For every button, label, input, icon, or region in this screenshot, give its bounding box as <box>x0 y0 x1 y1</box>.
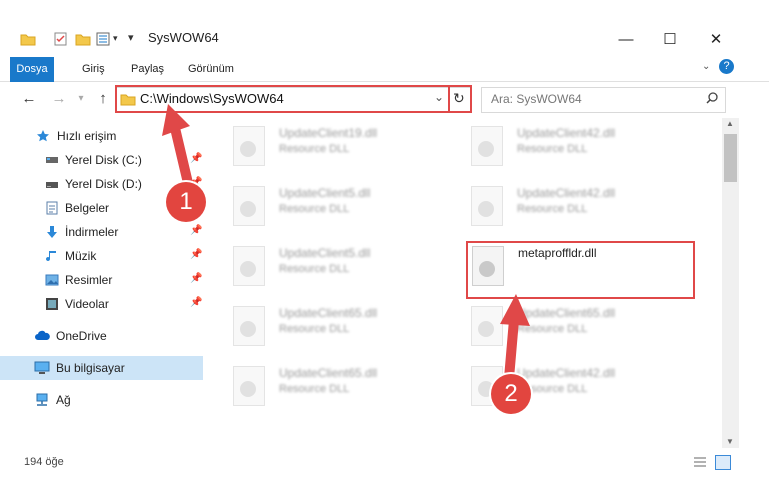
dll-file-icon <box>471 126 503 166</box>
sidebar-item-label: Yerel Disk (D:) <box>65 177 142 191</box>
network-icon <box>34 393 48 407</box>
properties-icon[interactable] <box>53 31 69 47</box>
scroll-up-icon[interactable]: ▲ <box>726 119 734 128</box>
sidebar-item-label: Bu bilgisayar <box>56 361 125 375</box>
file-item[interactable]: UpdateClient42.dll Resource DLL <box>471 126 691 176</box>
customize-dropdown-icon[interactable]: ▾ <box>113 33 118 44</box>
maximize-button[interactable]: ☐ <box>650 28 690 52</box>
file-name: UpdateClient42.dll <box>517 186 616 200</box>
new-folder-icon[interactable] <box>75 31 91 47</box>
file-name: UpdateClient65.dll <box>279 366 378 380</box>
sidebar-item-label: Resimler <box>65 273 113 287</box>
file-description: Resource DLL <box>279 323 350 335</box>
details-view-icon[interactable] <box>693 456 707 471</box>
sidebar-item-label: Yerel Disk (C:) <box>65 153 142 167</box>
scrollbar-thumb[interactable] <box>724 134 737 182</box>
file-item[interactable]: UpdateClient5.dll Resource DLL <box>233 246 453 296</box>
close-button[interactable]: ✕ <box>696 28 736 52</box>
dll-file-icon <box>233 366 265 406</box>
file-item[interactable]: UpdateClient65.dll Resource DLL <box>233 366 453 416</box>
computer-icon <box>34 361 50 375</box>
tab-home[interactable]: Giriş <box>82 57 105 81</box>
cloud-icon <box>34 329 50 343</box>
file-description: Resource DLL <box>279 143 350 155</box>
file-description: Resource DLL <box>279 263 350 275</box>
ribbon <box>0 57 769 82</box>
videos-icon <box>45 297 59 311</box>
tab-view[interactable]: Görünüm <box>188 57 234 81</box>
dll-file-icon <box>233 126 265 166</box>
pin-icon[interactable]: 📌 <box>190 273 202 284</box>
sidebar-item-pictures[interactable]: Resimler 📌 <box>0 269 207 291</box>
file-name: UpdateClient5.dll <box>279 186 371 200</box>
tab-share[interactable]: Paylaş <box>131 57 164 81</box>
file-item[interactable]: UpdateClient42.dll Resource DLL <box>471 186 691 236</box>
documents-icon <box>45 201 59 215</box>
sidebar-item-downloads[interactable]: İndirmeler 📌 <box>0 221 207 243</box>
sidebar-item-network[interactable]: Ağ <box>0 389 207 411</box>
sidebar-item-label: Ağ <box>56 393 71 407</box>
pin-icon[interactable]: 📌 <box>190 225 202 236</box>
refresh-highlight-box <box>448 85 472 113</box>
up-arrow-icon[interactable]: ↑ <box>94 90 112 108</box>
tab-file[interactable]: Dosya <box>10 57 54 82</box>
file-description: Resource DLL <box>279 383 350 395</box>
file-name: UpdateClient19.dll <box>279 126 378 140</box>
file-name: UpdateClient42.dll <box>517 126 616 140</box>
drive-icon <box>45 153 59 167</box>
ribbon-expand-icon[interactable]: ⌄ <box>702 61 710 72</box>
sidebar-item-label: Belgeler <box>65 201 110 215</box>
quick-access-toolbar-icon[interactable]: ▾ <box>128 31 134 44</box>
pin-icon[interactable]: 📌 <box>190 249 202 260</box>
music-icon <box>45 249 59 263</box>
view-options-icon[interactable] <box>96 31 112 47</box>
status-item-count: 194 öğe <box>24 456 64 468</box>
minimize-button[interactable]: — <box>606 28 646 52</box>
file-description: Resource DLL <box>279 203 350 215</box>
pin-icon[interactable]: 📌 <box>190 297 202 308</box>
file-item[interactable]: UpdateClient65.dll Resource DLL <box>233 306 453 356</box>
help-icon[interactable]: ? <box>719 59 734 74</box>
sidebar-item-label: Hızlı erişim <box>57 129 117 143</box>
file-item[interactable]: UpdateClient19.dll Resource DLL <box>233 126 453 176</box>
back-arrow-icon[interactable]: ← <box>20 90 38 108</box>
search-icon[interactable] <box>705 91 719 108</box>
sidebar-item-videos[interactable]: Videolar 📌 <box>0 293 207 315</box>
sidebar-item-label: İndirmeler <box>65 225 119 239</box>
star-icon <box>36 129 50 143</box>
dll-file-icon <box>233 306 265 346</box>
download-icon <box>45 225 59 239</box>
forward-arrow-icon[interactable]: → <box>50 90 68 108</box>
file-description: Resource DLL <box>517 143 588 155</box>
scroll-down-icon[interactable]: ▼ <box>726 437 734 446</box>
sidebar-item-this-pc[interactable]: Bu bilgisayar <box>0 357 207 379</box>
file-description: Resource DLL <box>517 203 588 215</box>
sidebar-item-music[interactable]: Müzik 📌 <box>0 245 207 267</box>
window-title: SysWOW64 <box>148 30 219 45</box>
file-name: UpdateClient65.dll <box>279 306 378 320</box>
folder-icon[interactable] <box>20 31 36 47</box>
sidebar-item-onedrive[interactable]: OneDrive <box>0 325 207 347</box>
recent-dropdown-icon[interactable]: ▾ <box>72 90 90 108</box>
sidebar-item-label: OneDrive <box>56 329 107 343</box>
file-name: UpdateClient5.dll <box>279 246 371 260</box>
step-2-badge: 2 <box>491 374 531 414</box>
step-1-badge: 1 <box>166 182 206 222</box>
drive-icon <box>45 177 59 191</box>
large-icons-view-icon[interactable] <box>715 455 731 470</box>
dll-file-icon <box>471 186 503 226</box>
sidebar-item-label: Videolar <box>65 297 109 311</box>
dll-file-icon <box>233 246 265 286</box>
dll-file-icon <box>233 186 265 226</box>
sidebar-item-label: Müzik <box>65 249 97 263</box>
search-input[interactable]: Ara: SysWOW64 <box>491 92 582 106</box>
file-item[interactable]: UpdateClient5.dll Resource DLL <box>233 186 453 236</box>
pictures-icon <box>45 273 59 287</box>
